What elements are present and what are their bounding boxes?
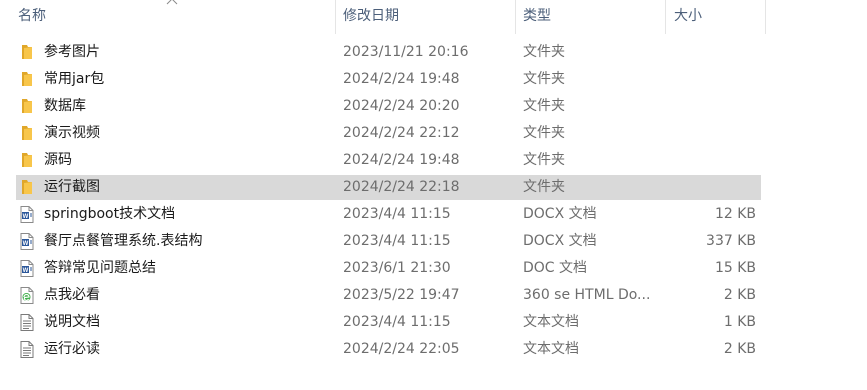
file-name: 常用jar包	[44, 71, 105, 87]
file-type: 文本文档	[523, 314, 579, 330]
file-type: 文件夹	[523, 71, 565, 87]
file-size: 1 KB	[723, 314, 756, 330]
file-name: 演示视频	[44, 125, 100, 141]
column-divider[interactable]	[665, 0, 666, 34]
file-row[interactable]: 运行必读 2024/2/24 22:05 文本文档 2 KB	[16, 337, 761, 362]
file-size: 337 KB	[706, 233, 756, 249]
file-size	[666, 40, 756, 65]
text-file-icon	[20, 310, 38, 335]
word-doc-icon: W	[20, 256, 38, 281]
column-header-size[interactable]: 大小	[674, 0, 702, 32]
file-modified-date: 2024/2/24 20:20	[343, 98, 460, 114]
folder-icon	[20, 148, 38, 173]
file-name: 运行截图	[44, 179, 100, 195]
column-header-modified[interactable]: 修改日期	[343, 0, 399, 32]
file-name: 餐厅点餐管理系统.表结构	[44, 233, 203, 249]
word-doc-icon: W	[20, 229, 38, 254]
column-divider[interactable]	[765, 0, 766, 34]
file-row[interactable]: 运行截图 2024/2/24 22:18 文件夹	[16, 175, 761, 200]
column-header-type[interactable]: 类型	[523, 0, 551, 32]
file-type: DOCX 文档	[523, 233, 597, 249]
file-row[interactable]: 常用jar包 2024/2/24 19:48 文件夹	[16, 67, 761, 92]
svg-text:W: W	[23, 268, 29, 274]
file-size	[666, 175, 756, 200]
file-type: DOC 文档	[523, 260, 588, 276]
column-header-bar: 名称 修改日期 类型 大小	[0, 0, 867, 34]
file-name: 数据库	[44, 98, 86, 114]
file-name: 运行必读	[44, 341, 100, 357]
file-name: 说明文档	[44, 314, 100, 330]
file-modified-date: 2024/2/24 22:18	[343, 179, 460, 195]
file-modified-date: 2024/2/24 22:12	[343, 125, 460, 141]
file-modified-date: 2023/4/4 11:15	[343, 233, 451, 249]
svg-text:W: W	[23, 241, 29, 247]
file-size	[666, 67, 756, 92]
file-type: 文件夹	[523, 44, 565, 60]
file-modified-date: 2024/2/24 19:48	[343, 71, 460, 87]
file-type: 文件夹	[523, 125, 565, 141]
folder-icon	[20, 67, 38, 92]
file-modified-date: 2023/4/4 11:15	[343, 314, 451, 330]
folder-icon	[20, 121, 38, 146]
file-modified-date: 2024/2/24 19:48	[343, 152, 460, 168]
file-explorer-details-view: 名称 修改日期 类型 大小 参考图片 2023/11/21 20:16 文件夹 常用j…	[0, 0, 867, 390]
file-name: 答辩常见问题总结	[44, 260, 156, 276]
file-name: springboot技术文档	[44, 206, 176, 222]
file-size	[666, 148, 756, 173]
sort-ascending-icon	[166, 0, 178, 5]
file-row[interactable]: W 餐厅点餐管理系统.表结构 2023/4/4 11:15 DOCX 文档 337 KB	[16, 229, 761, 254]
file-name: 参考图片	[44, 44, 100, 60]
file-type: 文件夹	[523, 98, 565, 114]
file-row[interactable]: Wspringboot技术文档 2023/4/4 11:15 DOCX 文档 12 K…	[16, 202, 761, 227]
file-row[interactable]: 参考图片 2023/11/21 20:16 文件夹	[16, 40, 761, 65]
folder-icon	[20, 40, 38, 65]
file-type: 文件夹	[523, 179, 565, 195]
file-modified-date: 2024/2/24 22:05	[343, 341, 460, 357]
file-type: DOCX 文档	[523, 206, 597, 222]
file-type: 文件夹	[523, 152, 565, 168]
column-divider[interactable]	[515, 0, 516, 34]
html-file-icon	[20, 283, 38, 308]
folder-icon	[20, 175, 38, 200]
file-size: 12 KB	[714, 206, 756, 222]
file-size: 15 KB	[714, 260, 756, 276]
file-size: 2 KB	[723, 287, 756, 303]
file-size	[666, 121, 756, 146]
file-modified-date: 2023/4/4 11:15	[343, 206, 451, 222]
file-type: 360 se HTML Do...	[523, 287, 651, 303]
file-modified-date: 2023/11/21 20:16	[343, 44, 469, 60]
word-doc-icon: W	[20, 202, 38, 227]
file-name: 源码	[44, 152, 72, 168]
file-size	[666, 94, 756, 119]
file-type: 文本文档	[523, 341, 579, 357]
column-divider[interactable]	[335, 0, 336, 34]
file-row[interactable]: 演示视频 2024/2/24 22:12 文件夹	[16, 121, 761, 146]
file-name: 点我必看	[44, 287, 100, 303]
file-row[interactable]: 说明文档 2023/4/4 11:15 文本文档 1 KB	[16, 310, 761, 335]
svg-text:W: W	[23, 214, 29, 220]
file-modified-date: 2023/5/22 19:47	[343, 287, 460, 303]
file-modified-date: 2023/6/1 21:30	[343, 260, 451, 276]
file-row[interactable]: 点我必看 2023/5/22 19:47 360 se HTML Do... 2 KB	[16, 283, 761, 308]
file-row[interactable]: 数据库 2024/2/24 20:20 文件夹	[16, 94, 761, 119]
text-file-icon	[20, 337, 38, 362]
file-row[interactable]: W 答辩常见问题总结 2023/6/1 21:30 DOC 文档 15 KB	[16, 256, 761, 281]
folder-icon	[20, 94, 38, 119]
column-header-name[interactable]: 名称	[18, 0, 46, 32]
file-row[interactable]: 源码 2024/2/24 19:48 文件夹	[16, 148, 761, 173]
file-size: 2 KB	[723, 341, 756, 357]
